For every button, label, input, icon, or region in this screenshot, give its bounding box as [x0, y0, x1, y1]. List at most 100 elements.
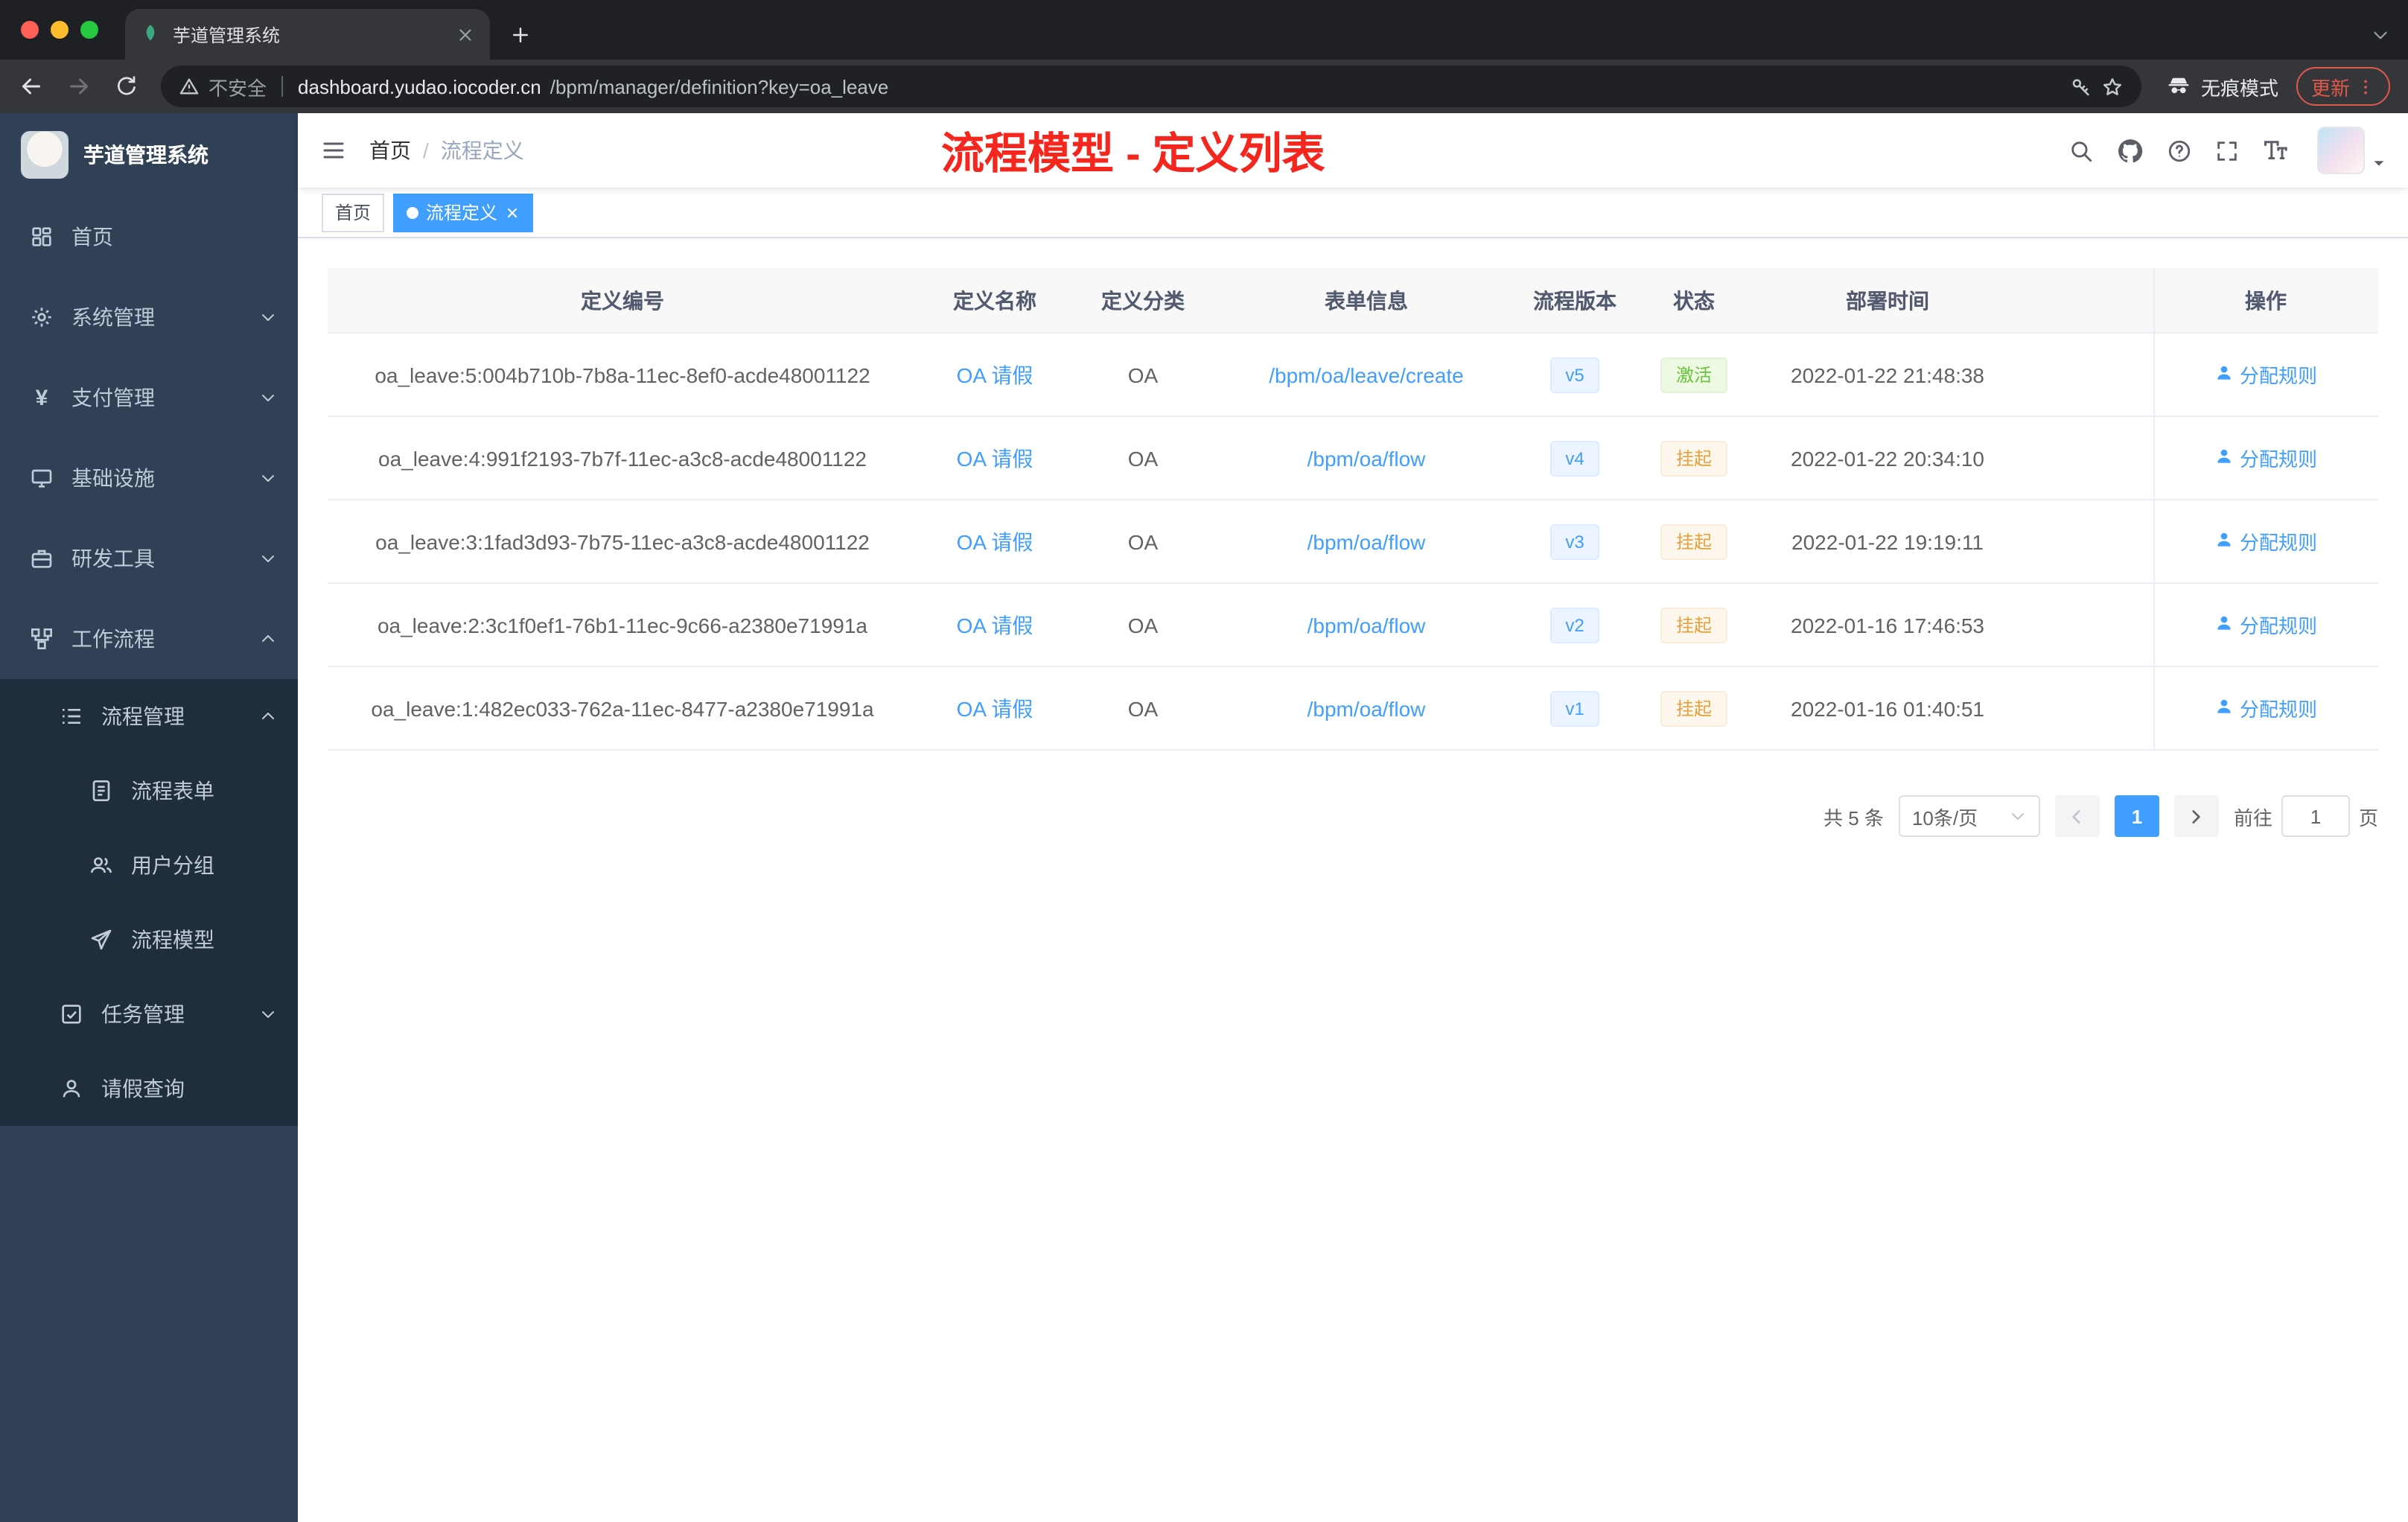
sidebar-item-process-model[interactable]: 流程模型 — [0, 902, 298, 977]
logo-title: 芋道管理系统 — [83, 143, 208, 167]
status-tag: 挂起 — [1660, 523, 1727, 559]
page-unit-label: 页 — [2358, 806, 2378, 829]
table-row: oa_leave:3:1fad3d93-7b75-11ec-a3c8-acde4… — [328, 500, 2378, 584]
task-check-icon — [60, 1002, 83, 1026]
forward-button[interactable] — [57, 64, 101, 109]
form-url-link[interactable]: /bpm/oa/flow — [1307, 529, 1426, 553]
sidebar-item-task-management[interactable]: 任务管理 — [0, 977, 298, 1051]
assign-rule-link[interactable]: 分配规则 — [2214, 444, 2317, 472]
sidebar-logo[interactable]: 芋道管理系统 — [0, 113, 298, 197]
screen: 芋道管理系统 不安全 dashboard.yudao.iocoder.cn /b… — [0, 0, 2408, 1522]
address-bar[interactable]: 不安全 dashboard.yudao.iocoder.cn /bpm/mana… — [161, 66, 2141, 107]
url-domain: dashboard.yudao.iocoder.cn — [298, 75, 541, 98]
column-header: 定义分类 — [1101, 288, 1185, 312]
assign-rule-link[interactable]: 分配规则 — [2214, 360, 2317, 389]
list-icon — [60, 704, 83, 728]
pagination: 共 5 条 10条/页 1 前往 1 页 — [328, 795, 2378, 837]
assign-rule-link[interactable]: 分配规则 — [2214, 527, 2317, 555]
reload-button[interactable] — [104, 64, 149, 109]
sidebar-item-devtools[interactable]: 研发工具 — [0, 518, 298, 599]
form-url-link[interactable]: /bpm/oa/flow — [1307, 613, 1426, 637]
tab-search-chevron-icon[interactable] — [2371, 25, 2390, 45]
sidebar-item-process-form[interactable]: 流程表单 — [0, 754, 298, 828]
browser-tab[interactable]: 芋道管理系统 — [125, 9, 490, 60]
category-cell: OA — [1127, 696, 1159, 720]
column-header: 流程版本 — [1533, 288, 1617, 312]
status-tag: 挂起 — [1660, 690, 1727, 726]
prev-page-button[interactable] — [2054, 795, 2100, 837]
sidebar-item-workflow[interactable]: 工作流程 — [0, 599, 298, 679]
bookmark-star-icon[interactable] — [2101, 75, 2124, 98]
fullscreen-icon[interactable] — [2214, 138, 2240, 163]
assign-rule-link[interactable]: 分配规则 — [2214, 611, 2317, 639]
favicon-icon — [140, 22, 161, 47]
definition-table: 定义编号 定义名称 定义分类 表单信息 流程版本 状态 部署时间 操作 oa_l… — [328, 268, 2378, 751]
definition-name-link[interactable]: OA 请假 — [957, 443, 1033, 473]
tag-close-icon[interactable] — [505, 205, 520, 220]
form-url-link[interactable]: /bpm/oa/leave/create — [1269, 363, 1464, 386]
sidebar-item-payment[interactable]: ¥ 支付管理 — [0, 357, 298, 438]
breadcrumb-home[interactable]: 首页 — [369, 136, 411, 165]
user-menu[interactable] — [2317, 127, 2387, 174]
new-tab-button[interactable] — [499, 13, 541, 55]
chevron-down-icon — [2009, 807, 2027, 825]
chevron-down-icon — [259, 389, 277, 407]
person-icon — [2214, 446, 2234, 470]
chevron-up-icon — [259, 630, 277, 648]
window-close-button[interactable] — [21, 21, 39, 39]
definition-name-link[interactable]: OA 请假 — [957, 610, 1033, 640]
version-tag: v1 — [1550, 690, 1599, 726]
window-minimize-button[interactable] — [51, 21, 69, 39]
back-button[interactable] — [9, 64, 54, 109]
assign-rule-link[interactable]: 分配规则 — [2214, 694, 2317, 722]
next-page-button[interactable] — [2173, 795, 2219, 837]
definition-name-link[interactable]: OA 请假 — [957, 693, 1033, 723]
category-cell: OA — [1127, 446, 1159, 470]
person-icon — [60, 1077, 83, 1101]
status-tag: 挂起 — [1660, 607, 1727, 643]
window-zoom-button[interactable] — [80, 21, 98, 39]
chrome-update-button[interactable]: 更新 — [2296, 67, 2390, 106]
version-tag: v5 — [1550, 357, 1599, 392]
form-url-link[interactable]: /bpm/oa/flow — [1307, 696, 1426, 720]
tag-home[interactable]: 首页 — [322, 193, 385, 232]
chevron-down-icon — [259, 308, 277, 326]
column-header: 定义编号 — [581, 288, 664, 312]
address-divider — [281, 76, 284, 97]
form-url-link[interactable]: /bpm/oa/flow — [1307, 446, 1426, 470]
help-question-icon[interactable] — [2167, 138, 2192, 163]
sidebar-item-system[interactable]: 系统管理 — [0, 277, 298, 357]
page-number-button[interactable]: 1 — [2114, 795, 2159, 837]
sidebar-item-leave-query[interactable]: 请假查询 — [0, 1051, 298, 1126]
tab-close-icon[interactable] — [456, 25, 475, 44]
goto-page-input[interactable] — [2281, 795, 2350, 837]
tag-process-definition[interactable]: 流程定义 — [393, 193, 534, 232]
sidebar-item-home[interactable]: 首页 — [0, 197, 298, 277]
overflow-menu-icon[interactable] — [2356, 77, 2375, 96]
person-icon — [2214, 363, 2234, 386]
hamburger-icon[interactable] — [298, 113, 369, 188]
sidebar-item-infrastructure[interactable]: 基础设施 — [0, 438, 298, 518]
deploy-time-cell: 2022-01-22 20:34:10 — [1791, 446, 1984, 470]
sidebar-item-process-management[interactable]: 流程管理 — [0, 679, 298, 754]
status-tag: 激活 — [1660, 357, 1727, 392]
password-key-icon[interactable] — [2070, 75, 2092, 98]
page-size-select[interactable]: 10条/页 — [1898, 795, 2040, 837]
yen-icon: ¥ — [35, 385, 48, 410]
url-path: /bpm/manager/definition?key=oa_leave — [550, 75, 889, 98]
dashboard-icon — [30, 225, 54, 249]
person-icon — [2214, 613, 2234, 637]
users-icon — [89, 853, 113, 877]
github-icon[interactable] — [2116, 136, 2144, 165]
definition-name-link[interactable]: OA 请假 — [957, 526, 1033, 556]
column-header: 操作 — [2245, 288, 2287, 312]
sidebar-item-user-group[interactable]: 用户分组 — [0, 828, 298, 902]
definition-name-link[interactable]: OA 请假 — [957, 360, 1033, 389]
deploy-time-cell: 2022-01-22 19:19:11 — [1791, 529, 1984, 553]
goto-page: 前往 页 — [2234, 795, 2378, 837]
search-icon[interactable] — [2068, 138, 2094, 163]
incognito-spy-icon — [2165, 73, 2192, 100]
category-cell: OA — [1127, 613, 1159, 637]
font-size-icon[interactable] — [2262, 137, 2289, 164]
definition-id-cell: oa_leave:3:1fad3d93-7b75-11ec-a3c8-acde4… — [375, 529, 870, 553]
